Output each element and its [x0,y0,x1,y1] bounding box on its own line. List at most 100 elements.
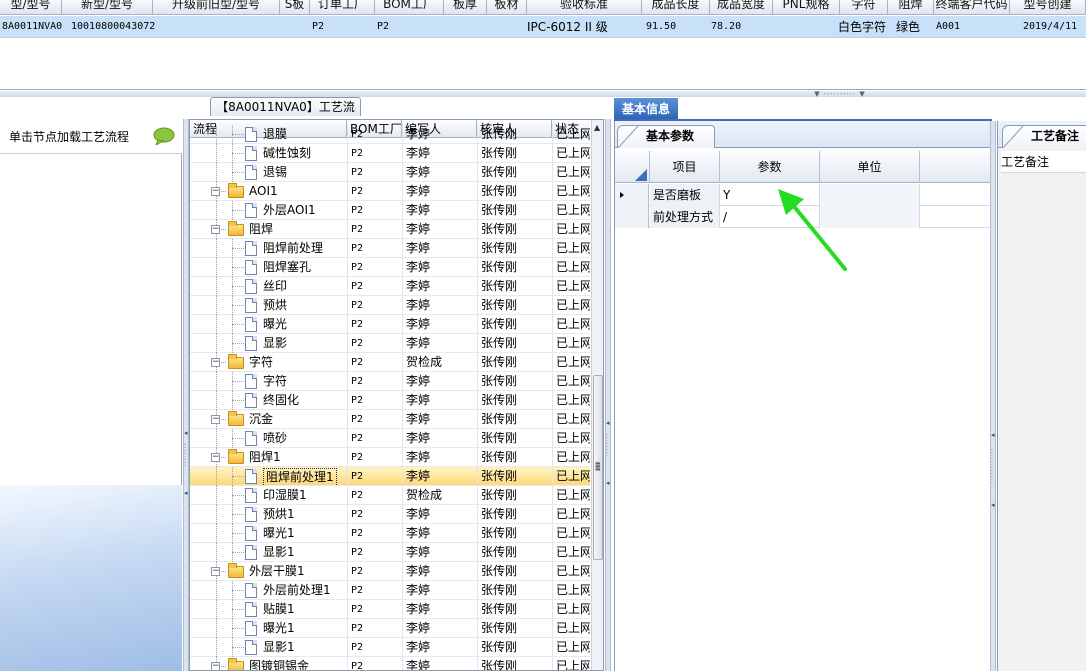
reviewer-cell: 张传刚 [481,640,518,654]
param-row[interactable]: 前处理方式 / [615,206,993,228]
tree-node-group[interactable]: − 阻焊1 P2 李婷 张传刚 已上网 [190,448,590,467]
splitter-grip-icon[interactable]: ▼ ·········· ▼ [808,91,872,98]
top-col-header[interactable]: 成品长度 [642,0,710,14]
tree-node-label: 阻焊塞孔 [263,260,312,274]
tree-node-group[interactable]: − 外层干膜1 P2 李婷 张传刚 已上网 [190,562,590,581]
tree-node-group[interactable]: − AOI1 P2 李婷 张传刚 已上网 [190,182,590,201]
document-icon [245,621,257,636]
writer-cell: 李婷 [406,545,431,559]
col-param[interactable]: 参数 [720,151,820,183]
status-cell: 已上网 [556,488,590,502]
top-col-header[interactable]: 成品宽度 [710,0,773,14]
top-col-header[interactable]: S板 [280,0,310,14]
tree-node-step[interactable]: 外层前处理1 P2 李婷 张传刚 已上网 [190,581,590,600]
collapse-node-icon[interactable]: − [211,662,220,670]
expand-tree-icon[interactable]: ◂ [606,479,611,487]
top-col-header[interactable]: 终端客户代码 [934,0,1010,14]
tree-node-step[interactable]: 退膜 P2 李婷 张传刚 已上网 [190,125,590,144]
subtab-basic-params[interactable]: 基本参数 [617,125,715,148]
status-cell: 已上网 [556,203,590,217]
subtab-process-notes[interactable]: 工艺备注 [1002,125,1086,148]
tree-node-step[interactable]: 印湿膜1 P2 贺检成 张传刚 已上网 [190,486,590,505]
tree-node-step[interactable]: 碱性蚀刻 P2 李婷 张传刚 已上网 [190,144,590,163]
writer-cell: 李婷 [406,317,431,331]
folder-icon [228,221,244,236]
top-grid-cell: P2 [312,21,325,32]
collapse-node-icon[interactable]: − [211,567,220,576]
param-value-cell[interactable]: / [720,206,820,228]
speech-bubble-icon [153,127,175,145]
tree-node-step[interactable]: 阻焊前处理 P2 李婷 张传刚 已上网 [190,239,590,258]
tree-node-label: 印湿膜1 [263,488,307,502]
tree-vertical-scrollbar[interactable]: ▲ ▬ ▬ ▬ [591,120,603,670]
top-col-header[interactable]: 阻焊 [888,0,934,14]
right-vertical-splitter[interactable]: ◂ · · · · · · · · · · · · ◂ [990,121,996,671]
tree-node-step[interactable]: 丝印 P2 李婷 张传刚 已上网 [190,277,590,296]
tree-node-step[interactable]: 阻焊前处理1 P2 李婷 张传刚 已上网 [190,467,590,486]
tree-node-step[interactable]: 喷砂 P2 李婷 张传刚 已上网 [190,429,590,448]
collapse-tree-icon[interactable]: ◂ [606,419,611,427]
top-col-header[interactable]: 验收标准 [527,0,642,14]
bom-factory-cell: P2 [351,262,364,273]
top-col-header[interactable]: BOM工厂 [375,0,444,14]
top-col-header[interactable]: 型号创建 [1010,0,1086,14]
tree-node-step[interactable]: 曝光1 P2 李婷 张传刚 已上网 [190,524,590,543]
collapse-node-icon[interactable]: − [211,187,220,196]
tree-node-group[interactable]: − 阻焊 P2 李婷 张传刚 已上网 [190,220,590,239]
tree-node-step[interactable]: 显影1 P2 李婷 张传刚 已上网 [190,543,590,562]
collapse-node-icon[interactable]: − [211,415,220,424]
tree-node-label: 喷砂 [263,431,288,445]
tree-node-step[interactable]: 退锡 P2 李婷 张传刚 已上网 [190,163,590,182]
status-cell: 已上网 [556,469,590,483]
scroll-up-icon[interactable]: ▲ [594,123,600,132]
top-col-header[interactable]: 型/型号 [0,0,62,14]
tab-basic-info[interactable]: 基本信息 [614,98,678,120]
top-grid-row-selected[interactable]: 8A0011NVA0 10010800043072 P2 P2 IPC-6012 II … [0,16,1086,38]
tree-node-step[interactable]: 预烘 P2 李婷 张传刚 已上网 [190,296,590,315]
tree-node-step[interactable]: 曝光1 P2 李婷 张传刚 已上网 [190,619,590,638]
tree-node-step[interactable]: 字符 P2 李婷 张传刚 已上网 [190,372,590,391]
writer-cell: 李婷 [406,602,431,616]
bom-factory-cell: P2 [351,205,364,216]
document-icon [245,336,257,351]
top-col-header[interactable]: 订单工厂 [310,0,375,14]
top-col-header[interactable]: 板材 [487,0,527,14]
tree-node-step[interactable]: 外层AOI1 P2 李婷 张传刚 已上网 [190,201,590,220]
collapse-node-icon[interactable]: − [211,358,220,367]
status-cell: 已上网 [556,545,590,559]
collapse-node-icon[interactable]: − [211,453,220,462]
expand-notes-icon[interactable]: ◂ [991,501,996,509]
top-col-header[interactable]: 板厚 [444,0,487,14]
param-row[interactable]: 是否磨板 Y [615,184,993,206]
tree-node-step[interactable]: 显影1 P2 李婷 张传刚 已上网 [190,638,590,657]
top-col-header[interactable]: 升级前旧型/型号 [153,0,280,14]
col-item[interactable]: 项目 [650,151,720,183]
process-flow-tab[interactable]: 【8A0011NVA0】工艺流程 [210,97,361,132]
tree-node-step[interactable]: 曝光 P2 李婷 张传刚 已上网 [190,315,590,334]
top-col-header[interactable]: 新型/型号 [62,0,153,14]
col-unit[interactable]: 单位 [820,151,920,183]
scroll-thumb[interactable]: ▬ ▬ ▬ [593,375,603,560]
top-grid-cell: P2 [377,21,390,32]
tree-node-step[interactable]: 贴膜1 P2 李婷 张传刚 已上网 [190,600,590,619]
top-col-header[interactable]: PNL规格 [773,0,840,14]
document-icon [245,640,257,655]
document-icon [245,431,257,446]
tree-node-step[interactable]: 显影 P2 李婷 张传刚 已上网 [190,334,590,353]
horizontal-splitter[interactable]: ▼ ·········· ▼ [0,91,1086,98]
tree-node-step[interactable]: 阻焊塞孔 P2 李婷 张传刚 已上网 [190,258,590,277]
tree-node-step[interactable]: 终固化 P2 李婷 张传刚 已上网 [190,391,590,410]
tree-node-group[interactable]: − 字符 P2 贺检成 张传刚 已上网 [190,353,590,372]
tree-node-group[interactable]: − 图镀铜锡金 P2 李婷 张传刚 已上网 [190,657,590,670]
subtab-basic-params-label: 基本参数 [646,129,695,143]
collapse-node-icon[interactable]: − [211,225,220,234]
middle-vertical-splitter[interactable]: ◂ · · · · · · · · ◂ [605,119,611,671]
collapse-notes-icon[interactable]: ◂ [991,431,996,439]
writer-cell: 李婷 [406,203,431,217]
writer-cell: 李婷 [406,222,431,236]
tree-node-step[interactable]: 预烘1 P2 李婷 张传刚 已上网 [190,505,590,524]
top-col-header[interactable]: 字符 [840,0,888,14]
tree-node-group[interactable]: − 沉金 P2 李婷 张传刚 已上网 [190,410,590,429]
bom-factory-cell: P2 [351,509,364,520]
param-value-cell[interactable]: Y [720,184,820,206]
